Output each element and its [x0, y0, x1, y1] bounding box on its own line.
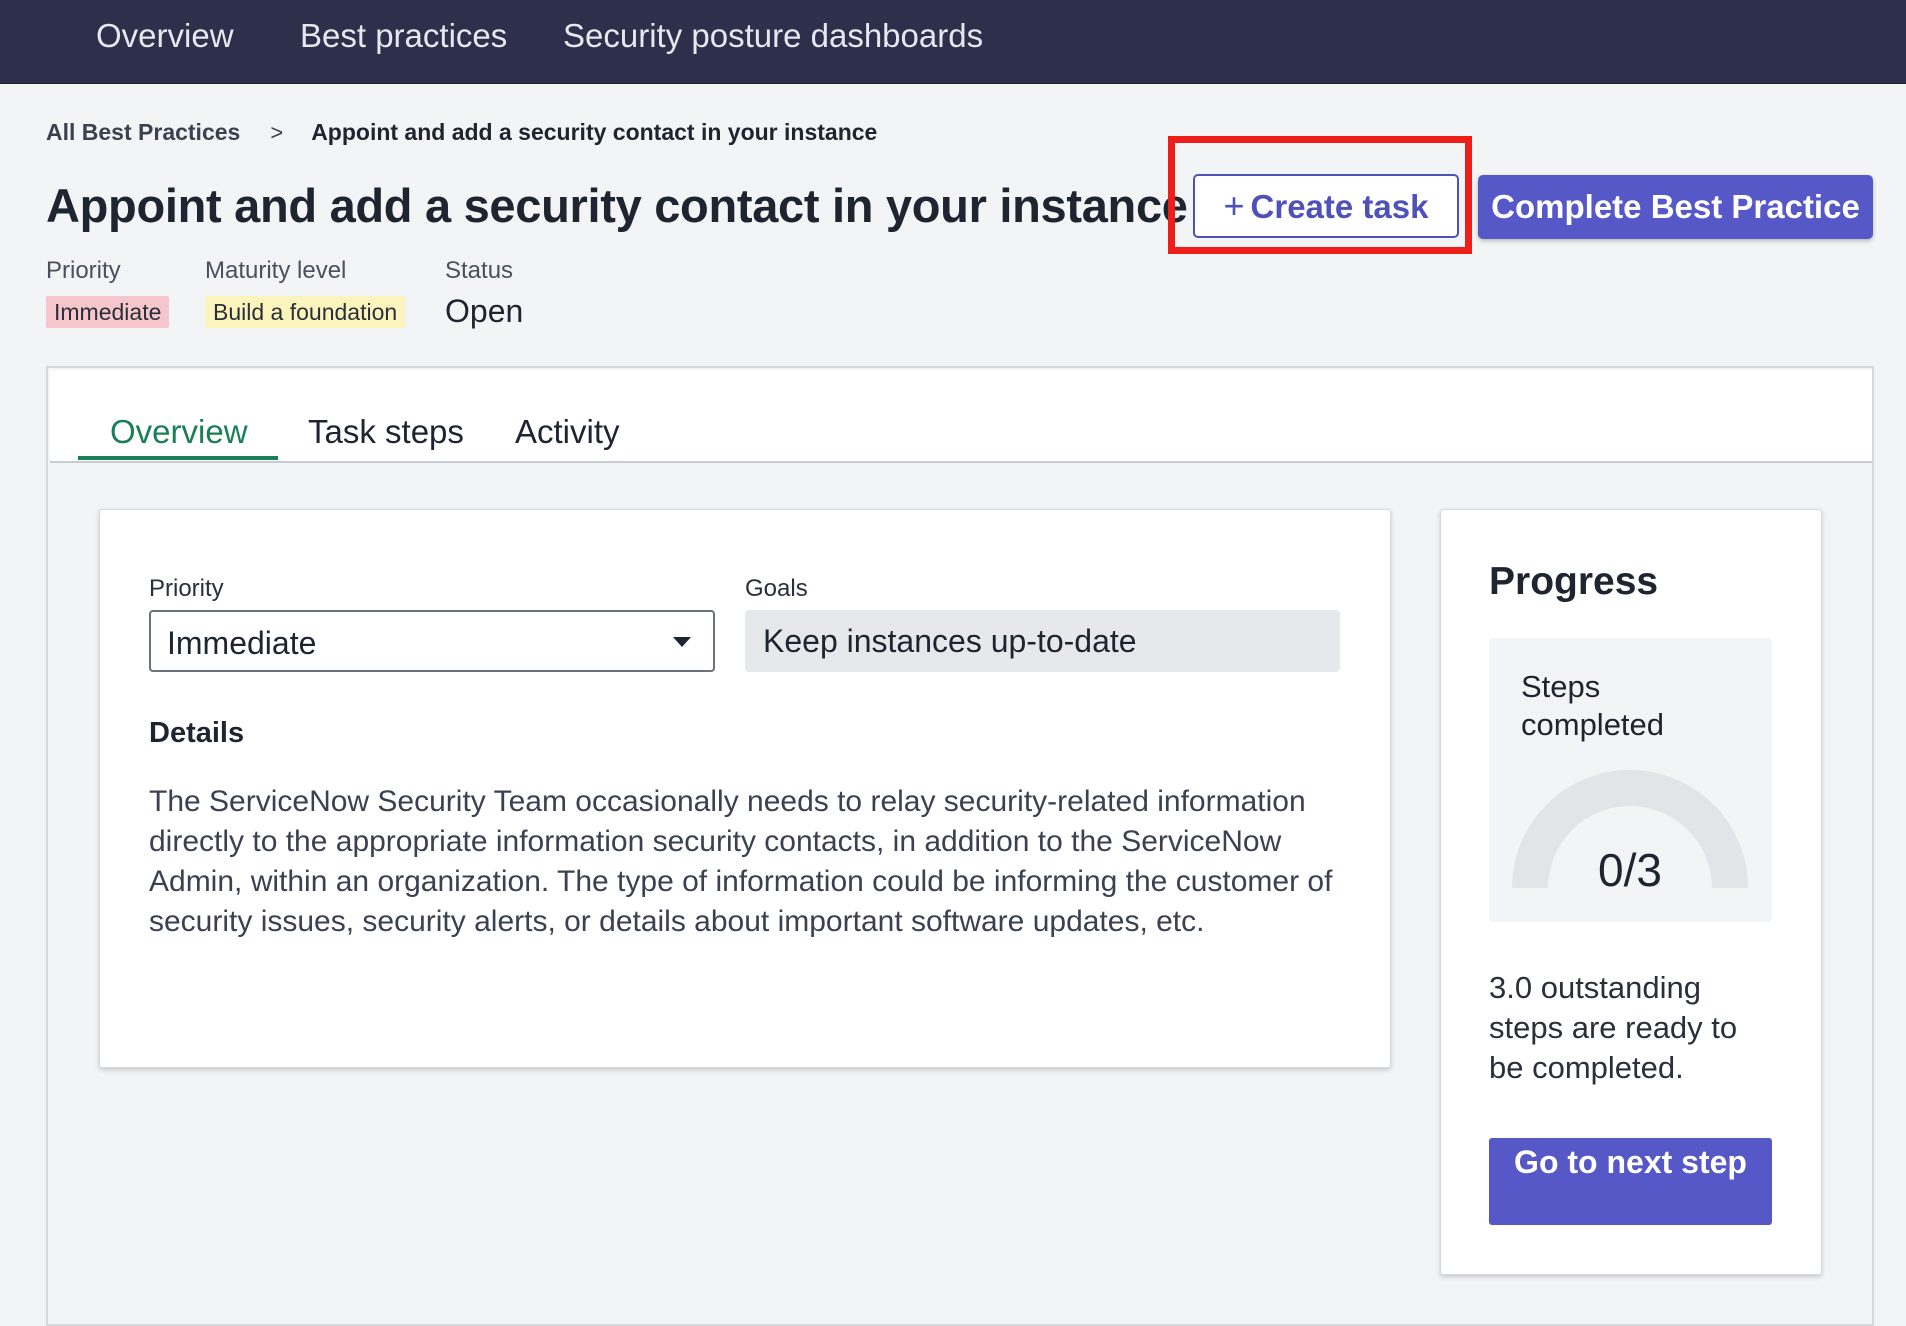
caret-down-icon [673, 637, 691, 647]
breadcrumb-current: Appoint and add a security contact in yo… [311, 119, 878, 145]
tab-task-steps[interactable]: Task steps [308, 410, 464, 454]
nav-item-security-posture-dashboards[interactable]: Security posture dashboards [563, 14, 983, 58]
priority-select[interactable]: Immediate [149, 610, 715, 672]
tab-overview[interactable]: Overview [110, 410, 248, 454]
page-title: Appoint and add a security contact in yo… [46, 179, 1188, 232]
maturity-level-label: Maturity level [205, 257, 347, 284]
goals-value: Keep instances up-to-date [763, 623, 1137, 659]
steps-completed-value: 0/3 [1598, 844, 1662, 896]
goals-field-label: Goals [745, 575, 808, 602]
priority-field-label: Priority [149, 575, 224, 602]
go-to-next-step-button[interactable]: Go to next step [1489, 1138, 1772, 1225]
create-task-button[interactable]: + Create task [1193, 174, 1459, 238]
steps-completed-label: Steps completed [1521, 669, 1665, 742]
status-label: Status [445, 257, 514, 284]
breadcrumb: All Best Practices > Appoint and add a sec… [46, 116, 877, 149]
priority-select-value: Immediate [167, 625, 317, 661]
priority-badge: Immediate [46, 296, 170, 328]
plus-icon: + [1223, 185, 1245, 226]
details-text: The ServiceNow Security Team occasionall… [149, 785, 1333, 938]
create-task-label: Create task [1250, 188, 1429, 225]
tab-activity[interactable]: Activity [515, 410, 620, 454]
breadcrumb-separator: > [270, 120, 284, 145]
details-heading: Details [149, 717, 245, 749]
priority-label: Priority [46, 257, 121, 284]
progress-title: Progress [1489, 560, 1659, 603]
breadcrumb-all-best-practices[interactable]: All Best Practices [46, 119, 240, 145]
outstanding-steps-text: 3.0 outstanding steps are ready to be co… [1489, 970, 1738, 1085]
nav-item-best-practices[interactable]: Best practices [300, 14, 507, 58]
active-tab-indicator [78, 456, 278, 460]
status-value: Open [445, 293, 524, 329]
goals-field: Keep instances up-to-date [745, 610, 1340, 672]
complete-best-practice-button[interactable]: Complete Best Practice [1478, 175, 1873, 239]
nav-item-overview[interactable]: Overview [96, 14, 234, 58]
maturity-badge: Build a foundation [205, 296, 406, 328]
top-navigation: Overview Best practices Security posture… [0, 0, 1906, 84]
tab-bar: Overview Task steps Activity [50, 370, 1872, 463]
